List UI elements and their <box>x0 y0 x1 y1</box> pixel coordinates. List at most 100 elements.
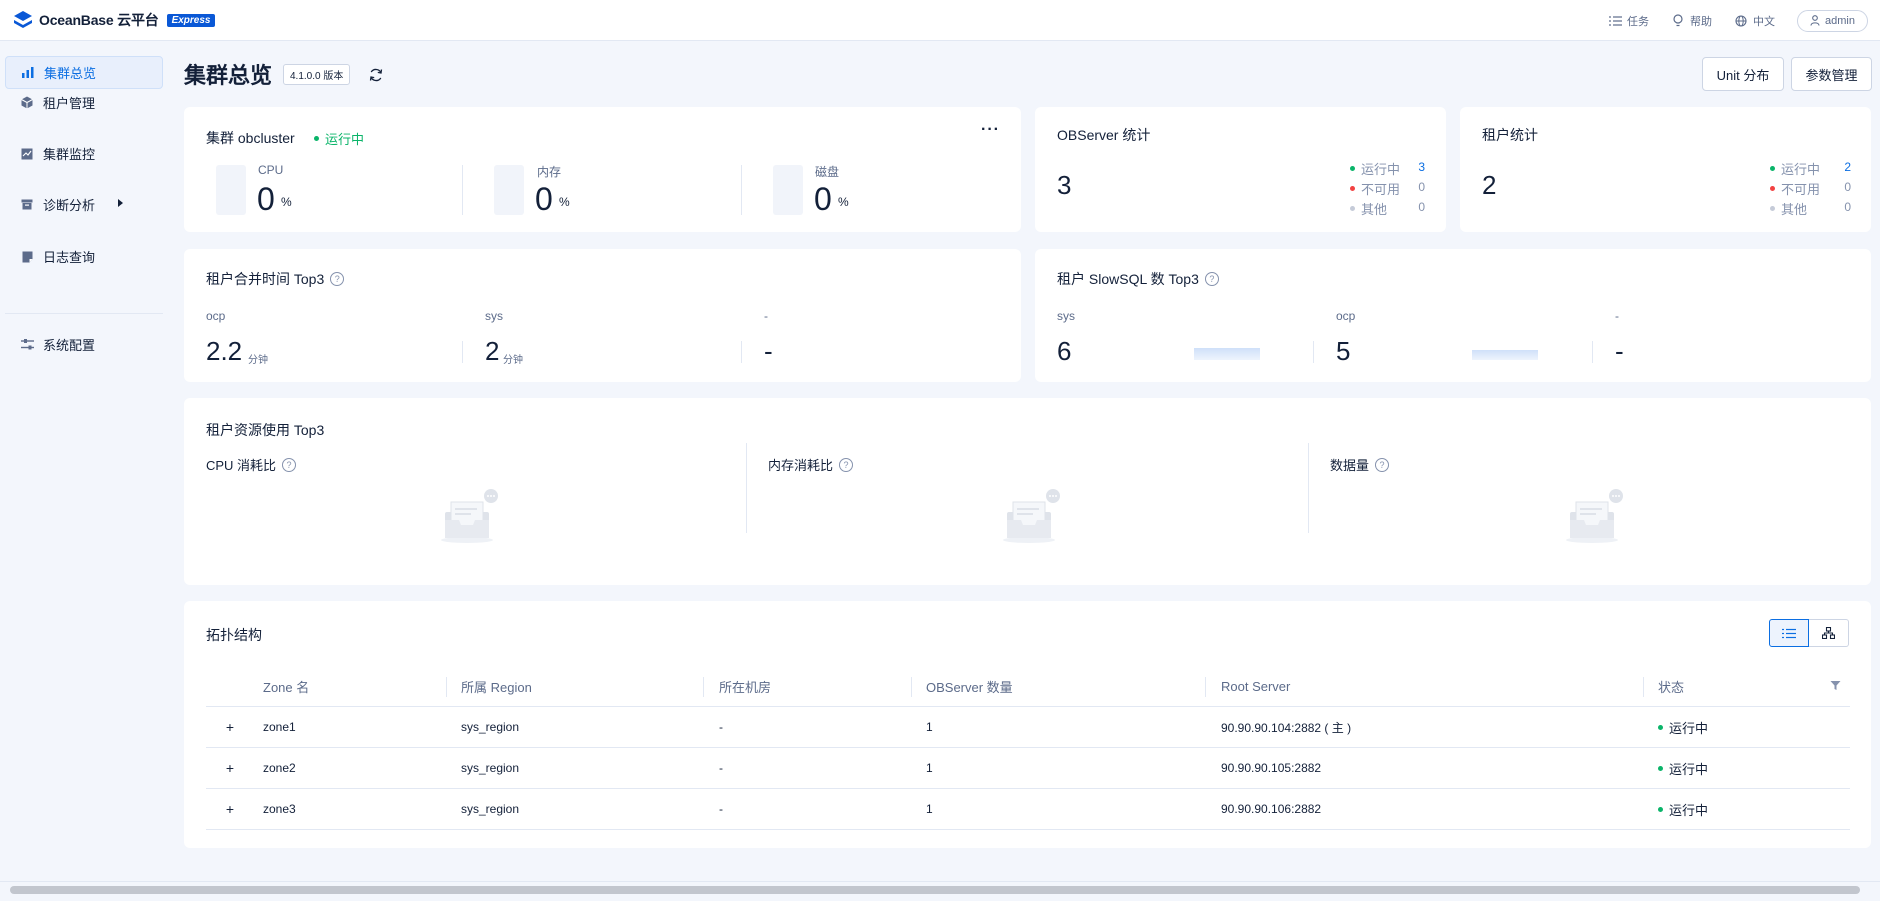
unit-distribution-button[interactable]: Unit 分布 <box>1702 57 1784 91</box>
sidebar-item-diagnosis[interactable]: 诊断分析 <box>5 188 163 221</box>
column-divider <box>1643 677 1644 697</box>
help-icon[interactable]: ? <box>839 457 854 472</box>
status-cell: 运行中 <box>1658 707 1708 747</box>
monitor-icon <box>20 147 34 161</box>
section-title-text: 内存消耗比 <box>768 458 834 473</box>
data-size-section-title: 数据量 ? <box>1330 455 1390 474</box>
slowsql-sparkline <box>1472 350 1538 360</box>
box-icon <box>20 198 34 212</box>
column-header-status[interactable]: 状态 <box>1658 667 1684 706</box>
divider <box>1308 443 1309 533</box>
scrollbar-thumb[interactable] <box>10 886 1860 894</box>
column-header-idc[interactable]: 所在机房 <box>719 667 771 706</box>
divider <box>1313 341 1314 363</box>
topology-view-toggle[interactable] <box>1809 619 1849 647</box>
sliders-icon <box>20 338 34 352</box>
legend-label: 其他 <box>1781 202 1808 217</box>
status-dot <box>1350 206 1355 211</box>
idc-cell: - <box>719 802 723 816</box>
sidebar-item-label: 集群监控 <box>43 147 96 162</box>
tenant-stats-card: 租户统计 2 运行中 2 不可用 0 其他 0 <box>1460 107 1871 232</box>
parameter-management-button[interactable]: 参数管理 <box>1791 57 1872 91</box>
list-icon <box>1782 628 1796 638</box>
sidebar-item-log-query[interactable]: 日志查询 <box>5 240 163 273</box>
topology-title: 拓扑结构 <box>206 627 262 643</box>
help-icon[interactable]: ? <box>282 457 297 472</box>
cube-icon <box>20 96 34 110</box>
slowsql-item-value: 5 <box>1336 336 1351 366</box>
expand-row-icon[interactable]: + <box>223 719 237 735</box>
status-cell: 运行中 <box>1658 789 1708 829</box>
table-row[interactable]: + zone3 sys_region - 1 90.90.90.106:2882… <box>206 789 1850 830</box>
divider <box>1592 341 1593 363</box>
help-button[interactable]: 帮助 <box>1671 13 1712 29</box>
refresh-icon[interactable] <box>368 67 384 83</box>
sidebar-item-system-config[interactable]: 系统配置 <box>5 328 163 361</box>
sidebar-item-tenant-management[interactable]: 租户管理 <box>5 86 163 119</box>
user-menu-button[interactable]: admin <box>1797 9 1868 32</box>
observer-count-cell: 1 <box>926 720 933 734</box>
filter-icon[interactable] <box>1830 680 1841 691</box>
legend-label: 运行中 <box>1361 162 1401 177</box>
oceanbase-logo-icon <box>14 11 32 28</box>
tasks-button[interactable]: 任务 <box>1608 13 1649 29</box>
legend-running: 运行中 <box>1350 159 1400 178</box>
table-row[interactable]: + zone2 sys_region - 1 90.90.90.105:2882… <box>206 748 1850 789</box>
legend-running: 运行中 <box>1770 159 1820 178</box>
merge-item-unit: 分钟 <box>248 355 268 366</box>
column-header-region[interactable]: 所属 Region <box>461 667 532 706</box>
sidebar-item-cluster-monitor[interactable]: 集群监控 <box>5 137 163 170</box>
version-tag: 4.1.0.0 版本 <box>283 64 351 85</box>
slowsql-title-text: 租户 SlowSQL 数 Top3 <box>1057 271 1199 287</box>
divider <box>741 341 742 363</box>
legend-value: 2 <box>1844 160 1851 174</box>
column-header-zone[interactable]: Zone 名 <box>263 667 309 706</box>
divider <box>462 341 463 363</box>
globe-icon <box>1734 14 1748 28</box>
legend-label: 运行中 <box>1781 162 1821 177</box>
column-divider <box>911 677 912 697</box>
list-view-toggle[interactable] <box>1769 619 1809 647</box>
merge-item-name: sys <box>485 309 503 323</box>
table-row[interactable]: + zone1 sys_region - 1 90.90.90.104:2882… <box>206 707 1850 748</box>
status-dot <box>1350 166 1355 171</box>
help-icon[interactable]: ? <box>1375 457 1390 472</box>
expand-row-icon[interactable]: + <box>223 801 237 817</box>
language-button[interactable]: 中文 <box>1734 13 1775 29</box>
help-icon[interactable]: ? <box>330 272 345 286</box>
horizontal-scrollbar[interactable] <box>0 881 1880 901</box>
memory-value: 0 <box>535 181 553 217</box>
cpu-meter <box>216 165 246 215</box>
hierarchy-icon <box>1822 627 1835 639</box>
status-dot <box>1658 724 1663 730</box>
tenant-total: 2 <box>1482 170 1497 200</box>
legend-other: 其他 <box>1350 199 1387 218</box>
legend-label: 其他 <box>1361 202 1388 217</box>
root-server-cell: 90.90.90.105:2882 <box>1221 761 1322 775</box>
help-icon[interactable]: ? <box>1204 272 1219 286</box>
cpu-usage-section-title: CPU 消耗比 ? <box>206 455 297 474</box>
list-icon <box>1608 14 1622 28</box>
legend-unavailable: 不可用 <box>1770 179 1820 198</box>
column-header-root-server[interactable]: Root Server <box>1221 667 1290 706</box>
page-title: 集群总览 <box>184 63 273 88</box>
help-label: 帮助 <box>1690 15 1713 28</box>
cluster-status-badge: 运行中 <box>314 129 364 148</box>
cluster-status-text: 运行中 <box>325 132 365 147</box>
document-icon <box>20 250 34 264</box>
logo[interactable]: OceanBase 云平台 Express <box>12 9 216 31</box>
tenant-slowsql-card: 租户 SlowSQL 数 Top3 ? sys 6 ocp 5 - - <box>1035 249 1871 382</box>
merge-item-value: 2 <box>485 336 500 366</box>
sidebar-item-label: 日志查询 <box>43 250 96 265</box>
column-header-observer-count[interactable]: OBServer 数量 <box>926 667 1013 706</box>
status-dot <box>314 136 319 141</box>
sidebar-item-label: 诊断分析 <box>43 198 96 213</box>
more-options-icon[interactable]: ··· <box>981 121 1000 139</box>
observer-count-cell: 1 <box>926 802 933 816</box>
sidebar-item-label: 租户管理 <box>43 96 96 111</box>
merge-item-value: 2.2 <box>206 336 243 366</box>
status-dot <box>1658 765 1663 771</box>
expand-row-icon[interactable]: + <box>223 760 237 776</box>
sidebar-item-cluster-overview[interactable]: 集群总览 <box>5 56 163 89</box>
brand-name: OceanBase 云平台 <box>39 12 159 28</box>
